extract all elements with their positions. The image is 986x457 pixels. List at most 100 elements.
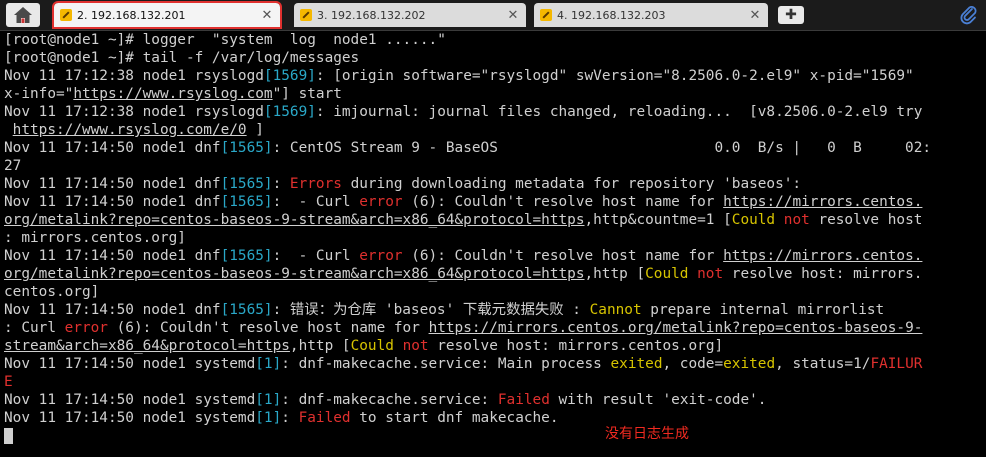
terminal-link[interactable]: https://www.rsyslog.com: [73, 86, 272, 102]
pencil-icon: [300, 9, 312, 21]
terminal-text: Nov 11 17:12:38 node1 rsyslogd: [4, 104, 264, 120]
terminal-line: centos.org]: [4, 283, 984, 301]
terminal-text: (6): Couldn't resolve host name for: [107, 320, 429, 336]
terminal-line: Nov 11 17:14:50 node1 systemd[1]: dnf-ma…: [4, 391, 984, 409]
terminal-text: exited: [723, 356, 776, 372]
terminal-text: ,http [: [584, 266, 646, 282]
terminal-line: [root@node1 ~]# tail -f /var/log/message…: [4, 49, 984, 67]
terminal-text: : dnf-makecache.service:: [281, 392, 498, 408]
terminal-text: to start dnf makecache.: [350, 410, 559, 426]
tab-node3[interactable]: 4. 192.168.132.203 ✕: [534, 3, 768, 27]
annotation-text: 没有日志生成: [605, 426, 689, 442]
home-icon: [14, 7, 32, 23]
terminal-link[interactable]: org/metalink?repo=centos-baseos-9-stream…: [4, 212, 584, 228]
terminal-line: Nov 11 17:14:50 node1 dnf[1565]: CentOS …: [4, 139, 984, 157]
terminal-line: https://www.rsyslog.com/e/0 ]: [4, 121, 984, 139]
terminal-text: [root@node1 ~]# logger "system log node1…: [4, 32, 446, 48]
terminal-text: [1]: [255, 410, 282, 426]
terminal-text: ,http&countme=1 [: [584, 212, 732, 228]
terminal-line: stream&arch=x86_64&protocol=https,http […: [4, 337, 984, 355]
terminal-text: resolve host: [809, 212, 923, 228]
terminal-text: : mirrors.centos.org]: [4, 230, 186, 246]
terminal-text: :: [281, 410, 299, 426]
terminal-link[interactable]: https://www.rsyslog.com/e/0: [13, 122, 247, 138]
tab-label: 4. 192.168.132.203: [557, 8, 666, 22]
tab-label: 3. 192.168.132.202: [317, 8, 426, 22]
terminal-line: Nov 11 17:14:50 node1 dnf[1565]: - Curl …: [4, 193, 984, 211]
pencil-icon: [60, 9, 72, 21]
terminal-line: Nov 11 17:14:50 node1 dnf[1565]: 错误：为仓库 …: [4, 301, 984, 319]
terminal-text: x-info=": [4, 86, 74, 102]
home-button[interactable]: [6, 3, 40, 27]
terminal-line: Nov 11 17:12:38 node1 rsyslogd[1569]: im…: [4, 103, 984, 121]
terminal-text: (6): Couldn't resolve host name for: [402, 248, 724, 264]
terminal-text: : 错误：为仓库 'baseos' 下载元数据失败 :: [272, 302, 590, 318]
terminal-line: E: [4, 373, 984, 391]
terminal-text: FAILUR: [870, 356, 923, 372]
terminal-text: Nov 11 17:12:38 node1 rsyslogd: [4, 68, 264, 84]
terminal-text: Failed: [298, 410, 351, 426]
terminal-text: [1565]: [220, 140, 273, 156]
new-tab-button[interactable]: ✚: [778, 6, 804, 24]
terminal-text: error: [359, 248, 403, 264]
terminal-line: Nov 11 17:12:38 node1 rsyslogd[1569]: [o…: [4, 67, 984, 85]
terminal-text: Nov 11 17:14:50 node1 dnf: [4, 176, 221, 192]
terminal-text: : - Curl: [272, 194, 360, 210]
terminal-text: Could: [350, 338, 394, 354]
terminal-text: not: [697, 266, 724, 282]
terminal-line: [root@node1 ~]# logger "system log node1…: [4, 31, 984, 49]
tab-node2[interactable]: 3. 192.168.132.202 ✕: [294, 3, 526, 27]
terminal-text: : dnf-makecache.service: Main process: [281, 356, 611, 372]
terminal-text: resolve host: mirrors.: [723, 266, 923, 282]
terminal-text: Nov 11 17:14:50 node1 dnf: [4, 248, 221, 264]
terminal-output[interactable]: [root@node1 ~]# logger "system log node1…: [4, 31, 984, 457]
terminal-text: Nov 11 17:14:50 node1 systemd: [4, 392, 256, 408]
tab-node1[interactable]: 2. 192.168.132.201 ✕: [52, 1, 282, 29]
terminal-text: Cannot: [589, 302, 642, 318]
terminal-text: error: [359, 194, 403, 210]
terminal-text: [1]: [255, 356, 282, 372]
terminal-text: [root@node1 ~]# tail -f /var/log/message…: [4, 50, 360, 66]
terminal-text: [1565]: [220, 194, 273, 210]
pencil-icon: [540, 9, 552, 21]
close-icon[interactable]: ✕: [748, 8, 762, 23]
terminal-link[interactable]: org/metalink?repo=centos-baseos-9-stream…: [4, 266, 584, 282]
close-icon[interactable]: ✕: [506, 8, 520, 23]
terminal-text: error: [64, 320, 108, 336]
terminal-text: : CentOS Stream 9 - BaseOS 0.0 B/s | 0 B…: [272, 140, 932, 156]
close-icon[interactable]: ✕: [260, 8, 274, 23]
terminal-text: [1565]: [220, 176, 273, 192]
terminal-text: exited: [610, 356, 663, 372]
terminal-text: : [origin software="rsyslogd" swVersion=…: [315, 68, 914, 84]
terminal-text: Nov 11 17:14:50 node1 systemd: [4, 410, 256, 426]
terminal-link[interactable]: https://mirrors.centos.: [723, 194, 922, 210]
terminal-text: not: [402, 338, 429, 354]
terminal-line: Nov 11 17:14:50 node1 systemd[1]: dnf-ma…: [4, 355, 984, 373]
terminal-text: Nov 11 17:14:50 node1 dnf: [4, 302, 221, 318]
terminal-text: ]: [246, 122, 264, 138]
terminal-line: Nov 11 17:14:50 node1 dnf[1565]: Errors …: [4, 175, 984, 193]
terminal-text: centos.org]: [4, 284, 100, 300]
paperclip-icon[interactable]: [960, 5, 978, 25]
terminal-link[interactable]: stream&arch=x86_64&protocol=https: [4, 338, 290, 354]
terminal-text: resolve host: mirrors.centos.org]: [428, 338, 724, 354]
terminal-text: 27: [4, 158, 22, 174]
terminal-text: [1569]: [263, 104, 316, 120]
terminal-text: with result 'exit-code'.: [549, 392, 767, 408]
terminal-text: ,http [: [289, 338, 351, 354]
terminal-text: Could: [645, 266, 689, 282]
terminal-text: E: [4, 374, 13, 390]
terminal-line: Nov 11 17:14:50 node1 dnf[1565]: - Curl …: [4, 247, 984, 265]
terminal-link[interactable]: https://mirrors.centos.: [723, 248, 922, 264]
terminal-text: (6): Couldn't resolve host name for: [402, 194, 724, 210]
terminal-text: :: [272, 176, 290, 192]
terminal-link[interactable]: https://mirrors.centos.org/metalink?repo…: [429, 320, 923, 336]
terminal-line: Nov 11 17:14:50 node1 systemd[1]: Failed…: [4, 409, 984, 427]
terminal-text: [1]: [255, 392, 282, 408]
terminal-text: during downloading metadata for reposito…: [341, 176, 802, 192]
terminal-text: : Curl: [4, 320, 65, 336]
terminal-line: x-info="https://www.rsyslog.com"] start: [4, 85, 984, 103]
terminal-text: : imjournal: journal files changed, relo…: [315, 104, 923, 120]
